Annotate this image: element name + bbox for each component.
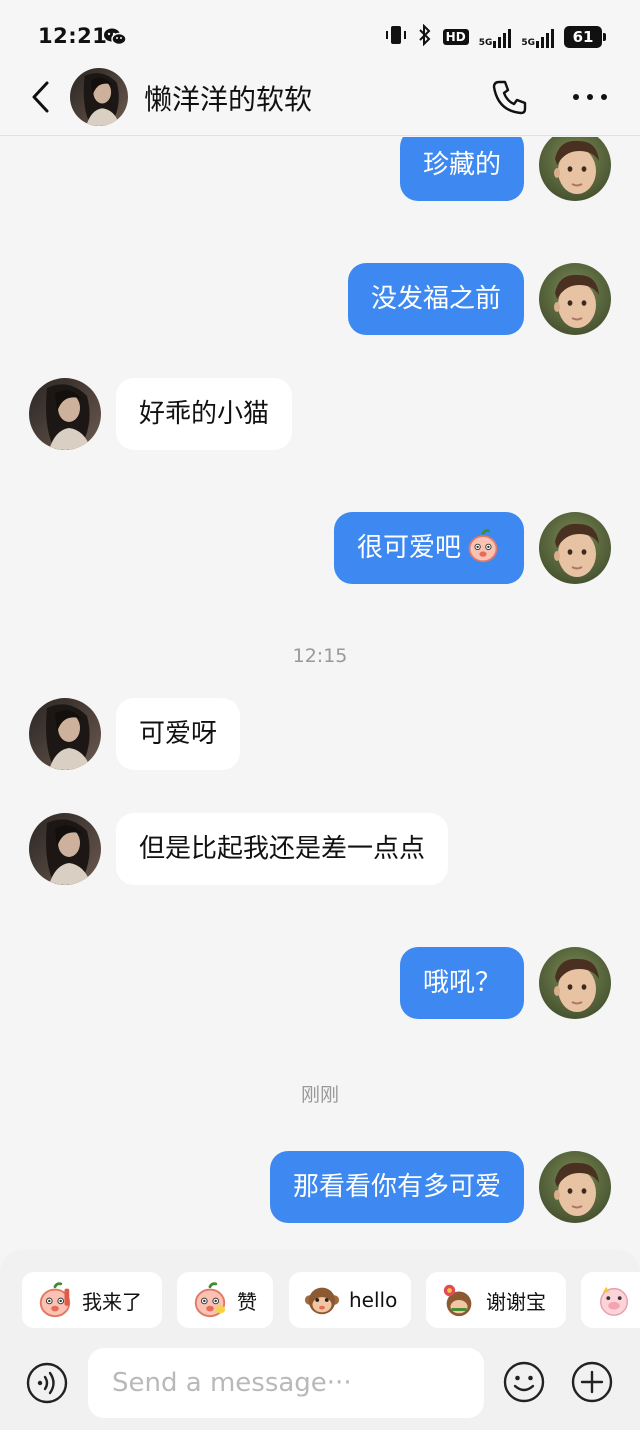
sticker-label: 我来了 [82, 1289, 142, 1314]
chat-header: 懒洋洋的软软 [0, 66, 640, 136]
sticker-chip[interactable]: hello [289, 1272, 411, 1328]
message-incoming: 可爱呀 [0, 698, 640, 770]
status-time: 12:21 [38, 24, 108, 48]
message-bubble[interactable]: 没发福之前 [347, 263, 524, 335]
sticker-chip[interactable]: 谢谢宝 [426, 1272, 566, 1328]
my-avatar[interactable] [539, 137, 611, 201]
message-outgoing: 没发福之前 [0, 263, 640, 335]
message-outgoing: 哦吼？ [0, 947, 640, 1019]
sticker-chip[interactable] [581, 1272, 640, 1328]
input-row [0, 1346, 640, 1420]
message-outgoing: 珍藏的 [0, 137, 640, 201]
phone-call-icon[interactable] [490, 78, 528, 120]
plus-attach-icon[interactable] [570, 1360, 614, 1408]
message-bubble[interactable]: 哦吼？ [399, 947, 524, 1019]
sticker-label: 谢谢宝 [486, 1289, 546, 1314]
pig-sticker-icon [599, 1286, 629, 1316]
network-label-2: 5G [521, 38, 535, 48]
signal-2: 5G [521, 26, 554, 48]
contact-avatar[interactable] [70, 68, 128, 126]
message-bubble[interactable]: 但是比起我还是差一点点 [116, 813, 449, 885]
message-incoming: 好乖的小猫 [0, 378, 640, 450]
peach-face-emoji-icon [468, 528, 498, 563]
hd-badge: HD [442, 29, 469, 45]
vibrate-icon [385, 24, 407, 50]
message-outgoing: 那看看你有多可爱 [0, 1151, 640, 1223]
signal-bars-icon [493, 26, 512, 48]
message-outgoing: 很可爱吧 [0, 512, 640, 584]
flower-sticker-icon [443, 1284, 472, 1317]
my-avatar[interactable] [539, 947, 611, 1019]
contact-name[interactable]: 懒洋洋的软软 [144, 78, 312, 118]
wechat-icon [104, 28, 127, 50]
voice-input-icon[interactable] [26, 1362, 68, 1408]
peach-sticker-thumb-icon [194, 1282, 226, 1318]
message-list[interactable]: 珍藏的 没发福之前 好乖的小猫 很可爱吧 12:15 可爱呀 但是比起我还是差一… [0, 137, 640, 1250]
message-bubble[interactable]: 很可爱吧 [333, 512, 524, 584]
status-bar: 12:21 HD 5G 5G 61 [0, 0, 640, 66]
sticker-label: hello [349, 1288, 398, 1312]
sticker-chip[interactable]: 赞 [177, 1272, 273, 1328]
timestamp: 12:15 [292, 645, 348, 667]
signal-1: 5G [479, 26, 512, 48]
battery-icon: 61 [564, 26, 606, 48]
composer-panel: 我来了 赞 hello 谢谢宝 [0, 1250, 640, 1430]
emoji-picker-icon[interactable] [502, 1360, 546, 1408]
sticker-label: 赞 [237, 1289, 257, 1314]
more-options-icon[interactable] [570, 80, 610, 118]
sticker-suggestions[interactable]: 我来了 赞 hello 谢谢宝 [22, 1272, 640, 1328]
my-avatar[interactable] [539, 1151, 611, 1223]
message-input[interactable] [88, 1348, 484, 1418]
sticker-chip[interactable]: 我来了 [22, 1272, 162, 1328]
signal-bars-icon [536, 26, 554, 48]
contact-avatar[interactable] [29, 698, 101, 770]
message-bubble[interactable]: 那看看你有多可爱 [269, 1151, 524, 1223]
back-arrow-icon[interactable] [28, 80, 54, 118]
message-bubble[interactable]: 珍藏的 [399, 137, 524, 201]
monkey-sticker-icon [304, 1287, 340, 1315]
contact-avatar[interactable] [29, 378, 101, 450]
message-text: 很可爱吧 [356, 533, 461, 563]
contact-avatar[interactable] [29, 813, 101, 885]
timestamp: 刚刚 [300, 1084, 339, 1106]
message-bubble[interactable]: 可爱呀 [116, 698, 241, 770]
bluetooth-icon [417, 23, 433, 50]
network-label-1: 5G [478, 38, 493, 48]
message-incoming: 但是比起我还是差一点点 [0, 813, 640, 885]
my-avatar[interactable] [539, 263, 611, 335]
my-avatar[interactable] [539, 512, 611, 584]
peach-sticker-wave-icon [39, 1282, 71, 1318]
message-bubble[interactable]: 好乖的小猫 [116, 378, 293, 450]
